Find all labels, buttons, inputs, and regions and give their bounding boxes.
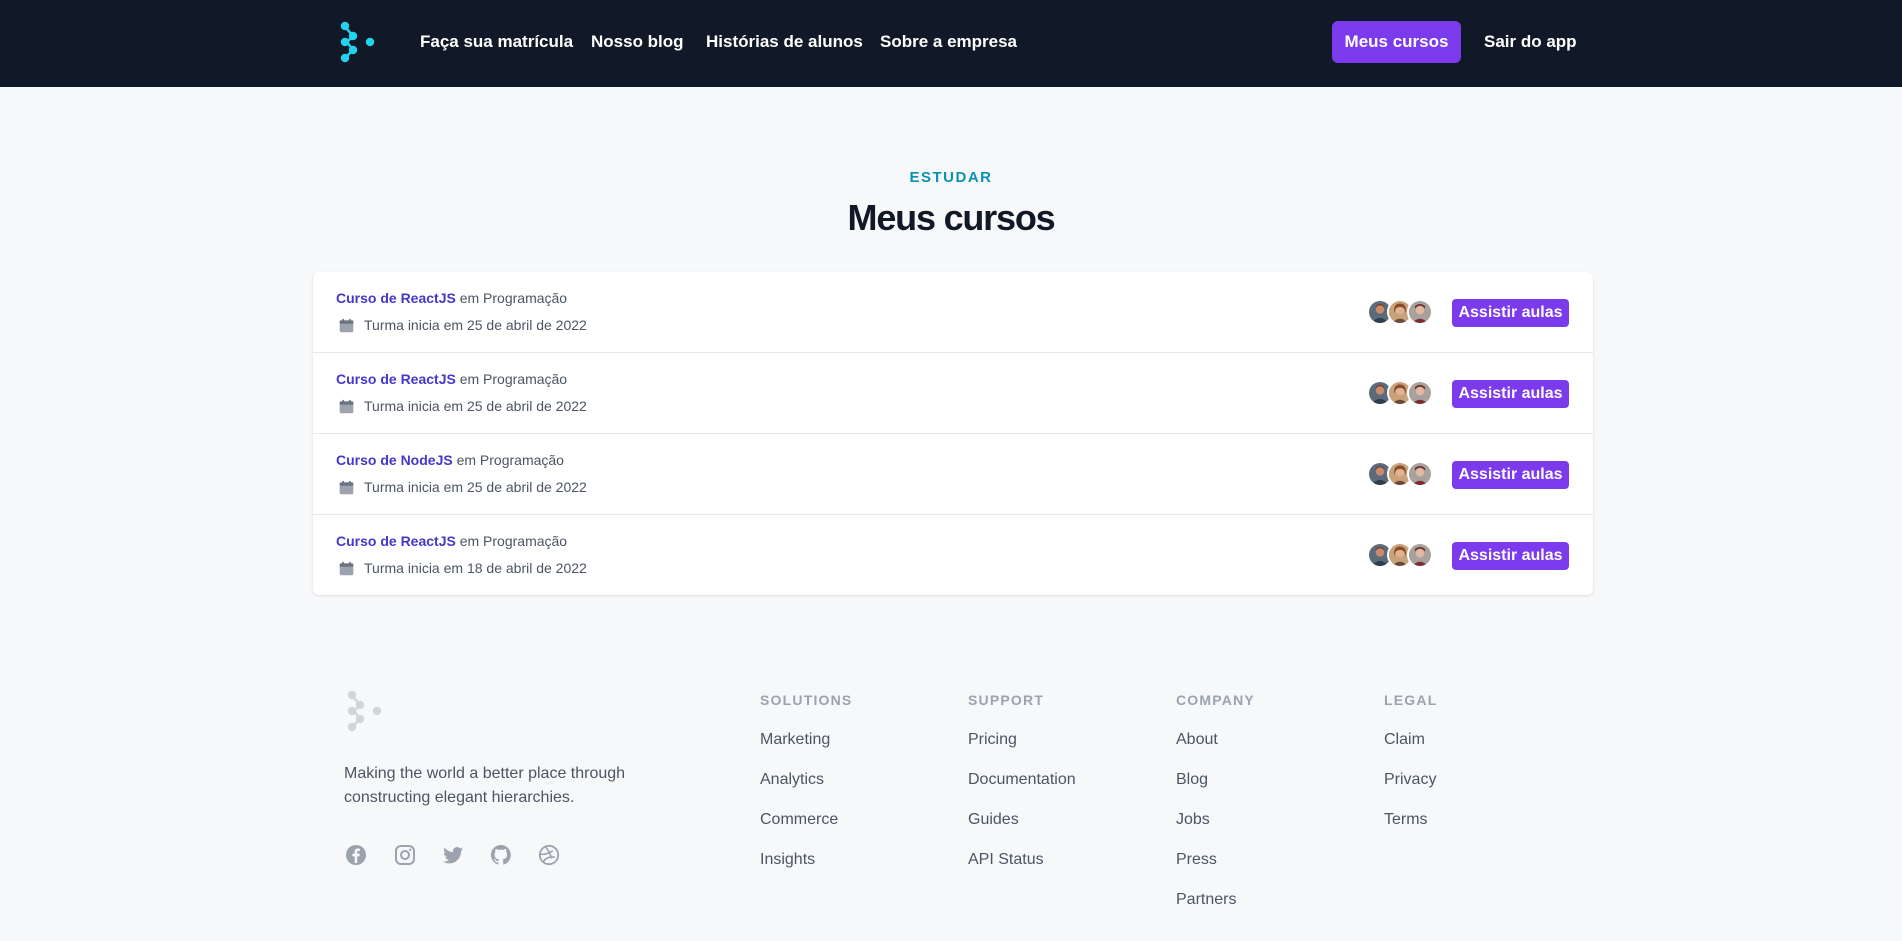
footer-link-privacy[interactable]: Privacy xyxy=(1384,770,1437,790)
course-title-line: Curso de NodeJS em Programação xyxy=(336,451,564,469)
footer-heading: COMPANY xyxy=(1176,692,1255,708)
dribbble-icon[interactable] xyxy=(537,843,561,867)
top-navbar: Faça sua matrícula Nosso blog Histórias … xyxy=(0,0,1902,87)
footer-heading: SUPPORT xyxy=(968,692,1045,708)
footer-link-press[interactable]: Press xyxy=(1176,850,1255,870)
footer-link-analytics[interactable]: Analytics xyxy=(760,770,852,790)
footer-heading: SOLUTIONS xyxy=(760,692,853,708)
github-icon[interactable] xyxy=(489,843,513,867)
footer-link-terms[interactable]: Terms xyxy=(1384,810,1437,830)
facebook-icon[interactable] xyxy=(344,843,368,867)
course-start-line: Turma inicia em 25 de abril de 2022 xyxy=(336,397,587,415)
footer-link-pricing[interactable]: Pricing xyxy=(968,730,1076,750)
course-list: Curso de ReactJS em Programação Turma in… xyxy=(313,272,1593,595)
course-start-line: Turma inicia em 25 de abril de 2022 xyxy=(336,316,587,334)
avatar-group xyxy=(1367,542,1433,568)
footer-link-documentation[interactable]: Documentation xyxy=(968,770,1076,790)
avatar xyxy=(1407,299,1433,325)
section-eyebrow: ESTUDAR xyxy=(909,169,993,186)
course-name-link[interactable]: Curso de NodeJS xyxy=(336,452,453,468)
calendar-icon xyxy=(339,318,354,332)
course-start-date: Turma inicia em 18 de abril de 2022 xyxy=(364,560,587,576)
watch-classes-button[interactable]: Assistir aulas xyxy=(1452,299,1569,327)
footer-link-claim[interactable]: Claim xyxy=(1384,730,1437,750)
avatar-group xyxy=(1367,461,1433,487)
footer-link-guides[interactable]: Guides xyxy=(968,810,1076,830)
twitter-icon[interactable] xyxy=(441,843,465,867)
watch-classes-button[interactable]: Assistir aulas xyxy=(1452,461,1569,489)
nav-about-company-link[interactable]: Sobre a empresa xyxy=(880,31,1017,53)
course-row: Curso de ReactJS em Programação Turma in… xyxy=(313,272,1593,353)
avatar xyxy=(1407,380,1433,406)
course-row: Curso de NodeJS em Programação Turma ini… xyxy=(313,434,1593,515)
instagram-icon[interactable] xyxy=(393,843,417,867)
footer-column-solutions: SOLUTIONS Marketing Analytics Commerce I… xyxy=(760,692,852,870)
footer-column-legal: LEGAL Claim Privacy Terms xyxy=(1384,692,1437,830)
course-title-line: Curso de ReactJS em Programação xyxy=(336,370,567,388)
footer-heading: LEGAL xyxy=(1384,692,1438,708)
footer-logo-icon xyxy=(347,690,382,732)
course-category: em Programação xyxy=(456,452,564,468)
watch-classes-button[interactable]: Assistir aulas xyxy=(1452,542,1569,570)
avatar xyxy=(1407,461,1433,487)
footer-link-marketing[interactable]: Marketing xyxy=(760,730,852,750)
course-name-link[interactable]: Curso de ReactJS xyxy=(336,371,456,387)
my-courses-button[interactable]: Meus cursos xyxy=(1332,21,1461,63)
course-row: Curso de ReactJS em Programação Turma in… xyxy=(313,515,1593,595)
avatar-group xyxy=(1367,299,1433,325)
course-row: Curso de ReactJS em Programação Turma in… xyxy=(313,353,1593,434)
logout-button[interactable]: Sair do app xyxy=(1484,31,1577,53)
nav-enroll-link[interactable]: Faça sua matrícula xyxy=(420,31,573,53)
page-title: Meus cursos xyxy=(847,197,1056,238)
calendar-icon xyxy=(339,561,354,575)
calendar-icon xyxy=(339,399,354,413)
course-category: em Programação xyxy=(459,290,568,306)
course-start-date: Turma inicia em 25 de abril de 2022 xyxy=(364,317,587,333)
avatar xyxy=(1407,542,1433,568)
footer-column-company: COMPANY About Blog Jobs Press Partners xyxy=(1176,692,1255,910)
footer-link-blog[interactable]: Blog xyxy=(1176,770,1255,790)
footer-column-support: SUPPORT Pricing Documentation Guides API… xyxy=(968,692,1076,870)
course-start-date: Turma inicia em 25 de abril de 2022 xyxy=(364,398,587,414)
course-title-line: Curso de ReactJS em Programação xyxy=(336,289,567,307)
footer-link-partners[interactable]: Partners xyxy=(1176,890,1255,910)
watch-classes-button[interactable]: Assistir aulas xyxy=(1452,380,1569,408)
avatar-group xyxy=(1367,380,1433,406)
course-category: em Programação xyxy=(459,371,568,387)
course-name-link[interactable]: Curso de ReactJS xyxy=(336,533,456,549)
course-start-date: Turma inicia em 25 de abril de 2022 xyxy=(364,479,587,495)
footer-link-about[interactable]: About xyxy=(1176,730,1255,750)
course-start-line: Turma inicia em 25 de abril de 2022 xyxy=(336,478,587,496)
footer-link-commerce[interactable]: Commerce xyxy=(760,810,852,830)
footer-link-insights[interactable]: Insights xyxy=(760,850,852,870)
course-name-link[interactable]: Curso de ReactJS xyxy=(336,290,456,306)
footer-tagline: Making the world a better place through … xyxy=(344,765,626,806)
nav-student-stories-link[interactable]: Histórias de alunos xyxy=(706,31,863,53)
course-title-line: Curso de ReactJS em Programação xyxy=(336,532,567,550)
course-category: em Programação xyxy=(459,533,568,549)
brand-logo-icon[interactable] xyxy=(336,20,380,64)
footer-link-jobs[interactable]: Jobs xyxy=(1176,810,1255,830)
nav-blog-link[interactable]: Nosso blog xyxy=(591,31,684,53)
course-start-line: Turma inicia em 18 de abril de 2022 xyxy=(336,559,587,577)
footer-link-api-status[interactable]: API Status xyxy=(968,850,1076,870)
calendar-icon xyxy=(339,480,354,494)
